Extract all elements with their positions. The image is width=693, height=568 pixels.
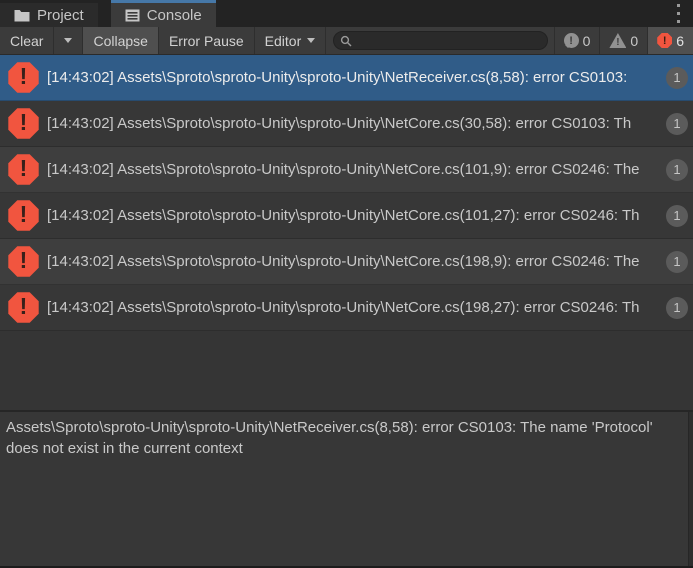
- chevron-down-icon: [307, 38, 316, 43]
- unity-console-window: Project Console Clear Collapse Error Pau…: [0, 0, 693, 568]
- error-icon: !: [8, 292, 39, 323]
- kebab-menu-icon[interactable]: [672, 4, 684, 23]
- detail-pane[interactable]: Assets\Sproto\sproto-Unity\sproto-Unity\…: [0, 410, 693, 566]
- log-message: [14:43:02] Assets\Sproto\sproto-Unity\sp…: [47, 161, 640, 178]
- log-message: [14:43:02] Assets\Sproto\sproto-Unity\sp…: [47, 115, 632, 132]
- warning-count: 0: [630, 32, 639, 49]
- detail-text: Assets\Sproto\sproto-Unity\sproto-Unity\…: [6, 419, 653, 457]
- clear-dropdown-button[interactable]: [54, 27, 84, 54]
- collapse-count-badge: 1: [666, 296, 688, 319]
- collapse-button[interactable]: Collapse: [83, 27, 159, 54]
- tab-bar: Project Console: [0, 0, 693, 27]
- console-log-row[interactable]: ! [14:43:02] Assets\Sproto\sproto-Unity\…: [0, 285, 693, 331]
- info-icon: !: [563, 33, 579, 48]
- log-message: [14:43:02] Assets\Sproto\sproto-Unity\sp…: [47, 299, 640, 316]
- tab-project[interactable]: Project: [0, 3, 98, 27]
- warning-counter-button[interactable]: ! 0: [599, 27, 647, 54]
- log-message: [14:43:02] Assets\Sproto\sproto-Unity\sp…: [47, 207, 640, 224]
- collapse-count-badge: 1: [666, 112, 688, 135]
- log-message: [14:43:02] Assets\Sproto\sproto-Unity\sp…: [47, 69, 628, 86]
- log-message: [14:43:02] Assets\Sproto\sproto-Unity\sp…: [47, 253, 640, 270]
- search-field[interactable]: [333, 31, 548, 50]
- info-count: 0: [582, 32, 591, 49]
- tab-project-label: Project: [37, 6, 84, 24]
- console-log-list: ! [14:43:02] Assets\Sproto\sproto-Unity\…: [0, 55, 693, 410]
- console-log-row[interactable]: ! [14:43:02] Assets\Sproto\sproto-Unity\…: [0, 147, 693, 193]
- collapse-count-badge: 1: [666, 250, 688, 273]
- error-icon: !: [8, 154, 39, 185]
- error-pause-button[interactable]: Error Pause: [159, 27, 255, 54]
- error-icon: !: [657, 33, 673, 48]
- error-icon: !: [8, 246, 39, 277]
- search-input[interactable]: [352, 33, 541, 48]
- console-toolbar: Clear Collapse Error Pause Editor ! 0 ! …: [0, 27, 693, 55]
- error-counter-button[interactable]: ! 6: [647, 27, 693, 54]
- editor-dropdown-label: Editor: [264, 32, 302, 49]
- console-log-row[interactable]: ! [14:43:02] Assets\Sproto\sproto-Unity\…: [0, 101, 693, 147]
- collapse-count-badge: 1: [666, 204, 688, 227]
- tab-console-label: Console: [146, 6, 202, 24]
- tab-console[interactable]: Console: [110, 0, 216, 27]
- search-icon: [341, 35, 352, 46]
- chevron-down-icon: [64, 38, 73, 43]
- error-count: 6: [676, 32, 684, 49]
- error-icon: !: [8, 62, 39, 93]
- console-log-row[interactable]: ! [14:43:02] Assets\Sproto\sproto-Unity\…: [0, 55, 693, 101]
- collapse-count-badge: 1: [666, 66, 688, 89]
- error-icon: !: [8, 108, 39, 139]
- error-icon: !: [8, 200, 39, 231]
- collapse-count-badge: 1: [666, 158, 688, 181]
- console-icon: [125, 9, 140, 22]
- folder-icon: [14, 9, 30, 22]
- clear-button[interactable]: Clear: [0, 27, 55, 54]
- info-counter-button[interactable]: ! 0: [553, 27, 600, 54]
- warning-icon: !: [609, 33, 627, 48]
- console-log-row[interactable]: ! [14:43:02] Assets\Sproto\sproto-Unity\…: [0, 193, 693, 239]
- scrollbar-track[interactable]: [688, 412, 693, 566]
- console-log-row[interactable]: ! [14:43:02] Assets\Sproto\sproto-Unity\…: [0, 239, 693, 285]
- editor-dropdown-button[interactable]: Editor: [255, 27, 327, 54]
